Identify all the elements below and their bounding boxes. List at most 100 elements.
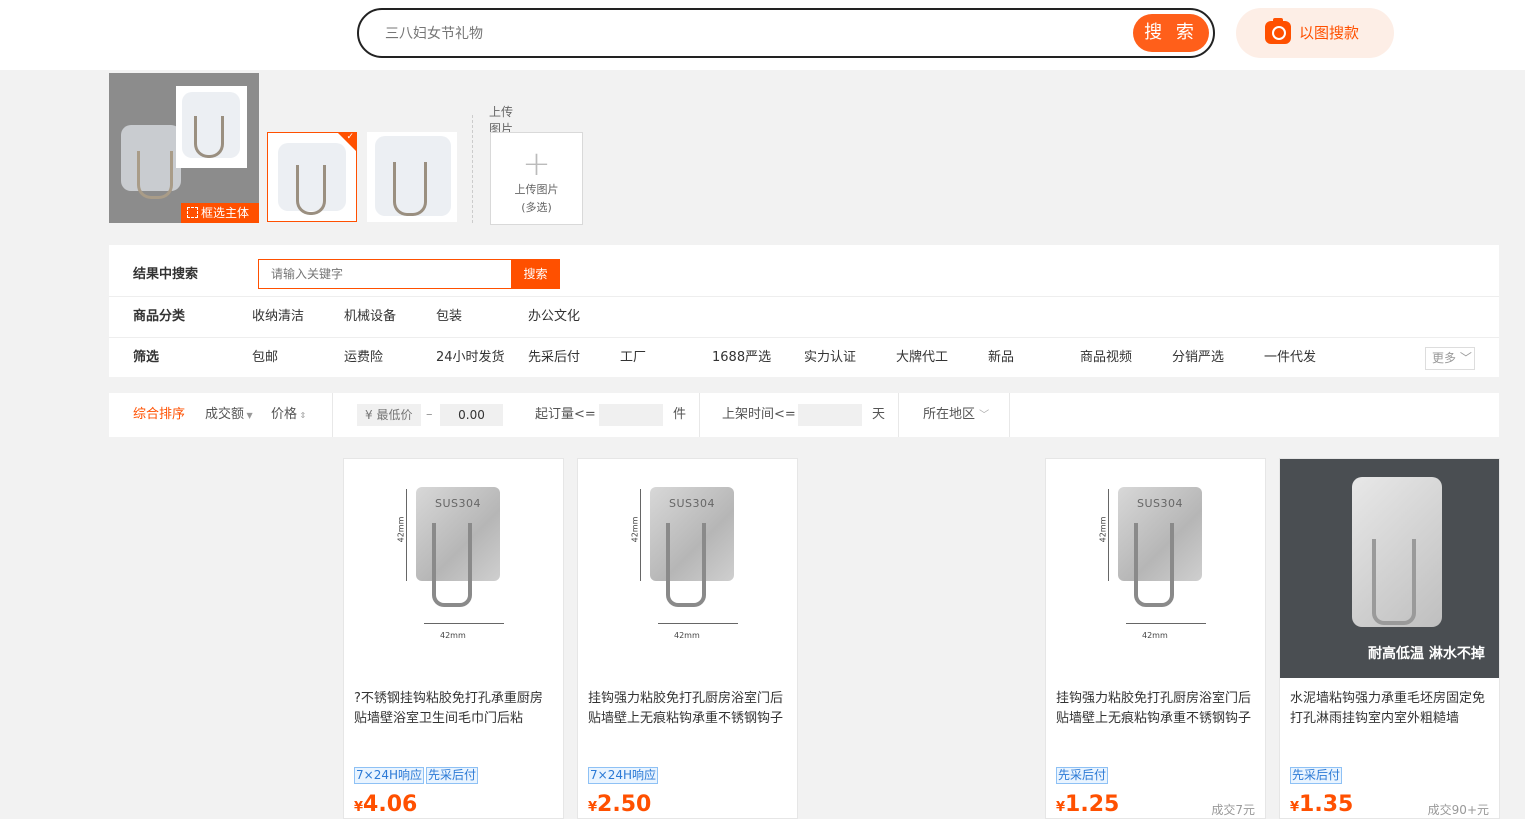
product-image-caption: 耐高低温 淋水不掉 <box>1368 646 1485 662</box>
camera-icon <box>1265 18 1291 44</box>
product-image[interactable]: SUS304 42mm 42mm <box>578 459 797 678</box>
region-dropdown[interactable]: 所在地区 ﹀ <box>923 393 989 438</box>
listing-time-input[interactable] <box>798 404 862 426</box>
category-item[interactable]: 机械设备 <box>344 297 396 337</box>
listing-time-label: 上架时间<= <box>722 407 796 422</box>
sort-arrows-icon: ⇕ <box>297 411 307 420</box>
dimension-line <box>640 489 641 581</box>
main-search-image[interactable]: 框选主体 <box>109 73 259 223</box>
max-price-input[interactable]: 0.00 <box>440 404 503 426</box>
product-card[interactable]: SUS304 42mm 42mm ?不锈钢挂钩粘胶免打孔承重厨房贴墙壁浴室卫生间… <box>343 458 564 819</box>
service-tag: 先采后付 <box>1290 767 1343 784</box>
product-image[interactable]: 耐高低温 淋水不掉 <box>1280 459 1499 678</box>
product-card[interactable]: 耐高低温 淋水不掉 水泥墙粘钩强力承重毛坯房固定免打孔淋雨挂钩室内室外粗糙墙 先… <box>1279 458 1500 819</box>
product-price: ¥2.50 <box>588 792 652 817</box>
product-card[interactable]: SUS304 42mm 42mm 挂钩强力粘胶免打孔厨房浴室门后贴墙壁上无痕粘钩… <box>577 458 798 819</box>
price-range-dash: – <box>426 407 433 422</box>
service-tag: 7×24H响应 <box>588 767 658 784</box>
product-image[interactable]: SUS304 42mm 42mm <box>1046 459 1265 678</box>
sort-divider <box>699 393 700 437</box>
product-tags: 7×24H响应 先采后付 <box>354 767 480 785</box>
service-tag: 先采后付 <box>1056 767 1109 784</box>
product-stamp-text: SUS304 <box>434 497 481 510</box>
sort-divider <box>1009 393 1010 437</box>
upload-image-button[interactable]: + 上传图片 (多选) <box>490 132 583 225</box>
product-image[interactable]: SUS304 42mm 42mm <box>344 459 563 678</box>
product-title[interactable]: ?不锈钢挂钩粘胶免打孔承重厨房贴墙壁浴室卫生间毛巾门后粘 <box>354 689 554 729</box>
sold-amount: 成交7元 <box>1211 803 1255 817</box>
filter-label: 筛选 <box>133 350 160 365</box>
keyword-search-button[interactable]: 搜索 <box>511 259 560 289</box>
dimension-label: 42mm <box>674 631 700 640</box>
dimension-label: 42mm <box>630 516 640 543</box>
sort-volume[interactable]: 成交额 ▼ <box>205 393 253 438</box>
product-card[interactable]: SUS304 42mm 42mm 挂钩强力粘胶免打孔厨房浴室门后贴墙壁上无痕粘钩… <box>1045 458 1266 819</box>
in-results-label: 结果中搜索 <box>133 267 199 282</box>
product-stamp-text: SUS304 <box>668 497 715 510</box>
crop-selection-box[interactable] <box>176 86 247 168</box>
filter-option[interactable]: 先采后付 <box>528 338 580 378</box>
category-item[interactable]: 包装 <box>436 297 462 337</box>
filter-option[interactable]: 1688严选 <box>712 338 771 378</box>
sold-amount: 成交90+元 <box>1427 803 1489 817</box>
moq-input[interactable] <box>599 404 663 426</box>
thumbnail-2[interactable] <box>367 132 457 222</box>
upload-divider <box>472 115 473 223</box>
search-button[interactable]: 搜 索 <box>1133 14 1209 52</box>
filter-option[interactable]: 分销严选 <box>1172 338 1224 378</box>
product-title[interactable]: 挂钩强力粘胶免打孔厨房浴室门后贴墙壁上无痕粘钩承重不锈钢钩子 <box>1056 689 1256 729</box>
image-search-button[interactable]: 以图搜款 <box>1236 8 1394 58</box>
hook-wire-bg <box>137 151 173 199</box>
search-bar: 搜 索 <box>357 8 1215 58</box>
hook-wire <box>1134 523 1174 607</box>
filter-option[interactable]: 大牌代工 <box>896 338 948 378</box>
caret-down-icon: ▼ <box>244 411 253 420</box>
dimension-line <box>424 623 504 624</box>
filter-option[interactable]: 新品 <box>988 338 1014 378</box>
service-tag: 7×24H响应 <box>354 767 424 784</box>
sort-divider <box>332 393 333 437</box>
filter-option[interactable]: 包邮 <box>252 338 278 378</box>
dimension-line <box>1108 489 1109 581</box>
hook-wire <box>296 165 326 215</box>
filter-row-search: 结果中搜索 搜索 <box>109 255 1499 295</box>
product-price: ¥1.35 <box>1290 792 1354 817</box>
category-item[interactable]: 办公文化 <box>528 297 580 337</box>
sort-price-label: 价格 <box>271 407 298 422</box>
image-search-label: 以图搜款 <box>1299 24 1360 42</box>
filter-option[interactable]: 工厂 <box>620 338 646 378</box>
keyword-input[interactable] <box>258 259 512 289</box>
filter-panel: 结果中搜索 搜索 商品分类 收纳清洁 机械设备 包装 办公文化 筛选 包邮 运费… <box>109 245 1499 377</box>
search-input[interactable] <box>385 23 1125 45</box>
sort-comprehensive[interactable]: 综合排序 <box>133 393 185 437</box>
product-price: ¥4.06 <box>354 792 418 817</box>
category-label: 商品分类 <box>133 309 186 324</box>
hook-wire <box>1372 539 1416 625</box>
crop-icon <box>187 207 198 218</box>
moq-unit: 件 <box>673 407 687 422</box>
more-filters-button[interactable]: 更多 ﹀ <box>1425 347 1475 370</box>
filter-row-category: 商品分类 收纳清洁 机械设备 包装 办公文化 <box>109 296 1499 336</box>
thumbnail-1-selected[interactable]: ✓ <box>267 132 357 222</box>
frame-subject-button[interactable]: 框选主体 <box>181 203 259 223</box>
listing-time-unit: 天 <box>872 407 886 422</box>
product-tags: 7×24H响应 <box>588 767 660 785</box>
sort-price[interactable]: 价格 ⇕ <box>271 393 306 438</box>
category-item[interactable]: 收纳清洁 <box>252 297 304 337</box>
chevron-down-icon: ﹀ <box>979 410 990 421</box>
filter-option[interactable]: 一件代发 <box>1264 338 1316 378</box>
filter-option[interactable]: 实力认证 <box>804 338 856 378</box>
dimension-line <box>406 489 407 581</box>
product-stamp-text: SUS304 <box>1136 497 1183 510</box>
product-title[interactable]: 挂钩强力粘胶免打孔厨房浴室门后贴墙壁上无痕粘钩承重不锈钢钩子 <box>588 689 788 729</box>
upload-box-label: 上传图片 <box>514 183 559 196</box>
check-icon: ✓ <box>346 132 354 142</box>
dimension-label: 42mm <box>1142 631 1168 640</box>
product-tags: 先采后付 <box>1056 767 1110 785</box>
filter-option[interactable]: 运费险 <box>344 338 383 378</box>
filter-option[interactable]: 24小时发货 <box>436 338 505 378</box>
filter-option[interactable]: 商品视频 <box>1080 338 1132 378</box>
dimension-label: 42mm <box>440 631 466 640</box>
product-title[interactable]: 水泥墙粘钩强力承重毛坯房固定免打孔淋雨挂钩室内室外粗糙墙 <box>1290 689 1490 729</box>
min-price-input[interactable] <box>357 404 421 426</box>
